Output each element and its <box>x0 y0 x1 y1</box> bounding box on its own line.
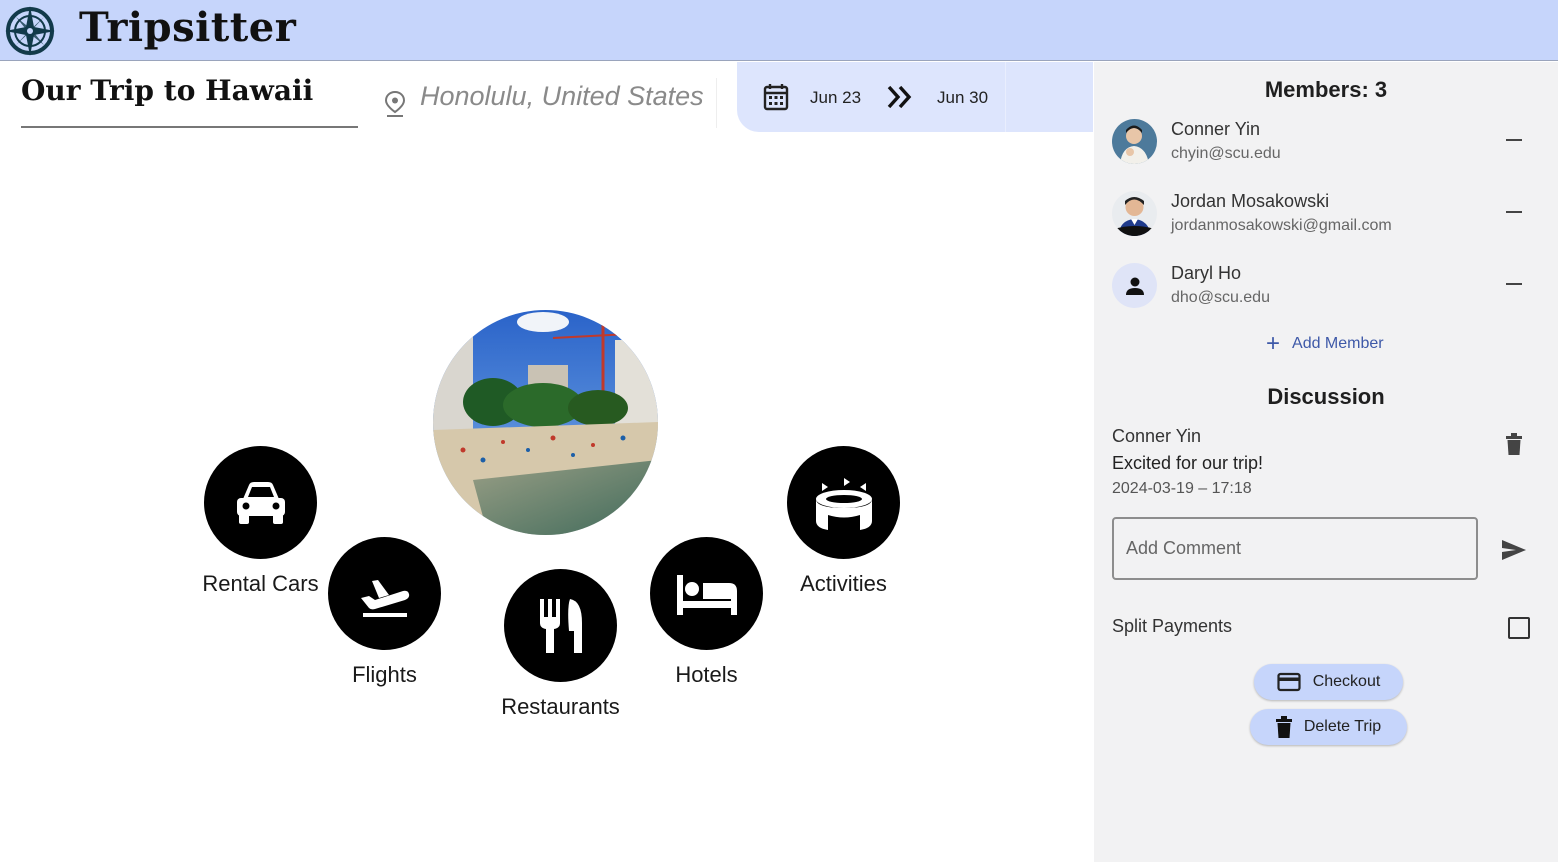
activities-button[interactable] <box>787 446 900 559</box>
person-icon <box>1125 277 1144 295</box>
member-name: Jordan Mosakowski <box>1171 191 1330 211</box>
member-email: dho@scu.edu <box>1171 289 1270 306</box>
category-activities[interactable]: Activities <box>786 446 901 597</box>
comment-text: Excited for our trip! <box>1112 453 1264 473</box>
date-range-picker[interactable]: Jun 23 Jun 30 <box>737 62 1093 132</box>
member-name: Daryl Ho <box>1171 263 1242 283</box>
remove-member-icon[interactable] <box>1506 211 1522 213</box>
category-restaurants[interactable]: Restaurants <box>494 569 627 720</box>
comment-timestamp: 2024-03-19 – 17:18 <box>1112 480 1252 497</box>
remove-member-icon[interactable] <box>1506 139 1522 141</box>
location-field[interactable]: Honolulu, United States <box>384 78 717 128</box>
category-label: Restaurants <box>501 694 620 719</box>
restaurants-button[interactable] <box>504 569 617 682</box>
hotels-button[interactable] <box>650 537 763 650</box>
hotel-bed-icon <box>676 574 737 615</box>
comment-author: Conner Yin <box>1112 426 1202 446</box>
app-bar: Tripsitter <box>0 0 1558 61</box>
category-flights[interactable]: Flights <box>328 537 441 688</box>
rental-cars-button[interactable] <box>204 446 317 559</box>
category-rental-cars[interactable]: Rental Cars <box>197 446 324 597</box>
trip-name-text: Our Trip to Hawaii <box>21 74 314 107</box>
trip-name-field[interactable]: Our Trip to Hawaii <box>21 74 358 128</box>
remove-member-icon[interactable] <box>1506 283 1522 285</box>
delete-trip-label: Delete Trip <box>1303 718 1382 735</box>
avatar <box>1112 263 1157 308</box>
location-pin-icon <box>384 90 406 117</box>
app-title: Tripsitter <box>79 4 297 51</box>
stadium-icon <box>815 477 872 530</box>
credit-card-icon <box>1277 672 1301 692</box>
calendar-icon <box>763 84 789 111</box>
double-chevron-right-icon <box>887 85 912 109</box>
end-date[interactable]: Jun 30 <box>937 88 988 108</box>
member-email: jordanmosakowski@gmail.com <box>1171 217 1392 234</box>
restaurant-icon <box>539 598 582 653</box>
checkout-button[interactable]: Checkout <box>1254 664 1403 700</box>
members-title: Members: 3 <box>1264 77 1388 102</box>
send-icon[interactable] <box>1501 539 1527 561</box>
checkout-label: Checkout <box>1312 673 1381 690</box>
avatar <box>1112 191 1157 236</box>
plus-icon: + <box>1266 330 1281 357</box>
member-name: Conner Yin <box>1171 119 1261 139</box>
member-row: Daryl Ho dho@scu.edu <box>1112 263 1542 319</box>
add-member-label: Add Member <box>1292 335 1384 352</box>
member-row: Conner Yin chyin@scu.edu <box>1112 119 1542 175</box>
destination-photo <box>433 310 658 535</box>
split-payments-label: Split Payments <box>1112 616 1233 636</box>
member-row: Jordan Mosakowski jordanmosakowski@gmail… <box>1112 191 1542 247</box>
category-label: Rental Cars <box>202 571 319 596</box>
date-divider <box>1005 62 1006 132</box>
member-email: chyin@scu.edu <box>1171 145 1281 162</box>
category-label: Hotels <box>675 662 738 687</box>
compass-logo-icon <box>5 6 55 56</box>
add-comment-input[interactable] <box>1112 517 1478 580</box>
discussion-title: Discussion <box>1267 384 1385 409</box>
category-label: Flights <box>352 662 417 687</box>
split-payments-checkbox[interactable] <box>1508 617 1530 639</box>
trash-icon <box>1275 716 1292 738</box>
category-label: Activities <box>800 571 887 596</box>
location-text: Honolulu, United States <box>420 81 704 111</box>
delete-comment-icon[interactable] <box>1506 433 1522 455</box>
trip-sidebar: Members: 3 Conner Yin chyin@scu.edu Jord… <box>1094 62 1558 862</box>
add-member-button[interactable]: + Add Member <box>1266 330 1384 358</box>
car-icon <box>236 481 285 524</box>
start-date[interactable]: Jun 23 <box>810 88 861 108</box>
flights-button[interactable] <box>328 537 441 650</box>
avatar <box>1112 119 1157 164</box>
flight-takeoff-icon <box>360 579 409 617</box>
delete-trip-button[interactable]: Delete Trip <box>1250 709 1407 745</box>
category-hotels[interactable]: Hotels <box>650 537 763 688</box>
